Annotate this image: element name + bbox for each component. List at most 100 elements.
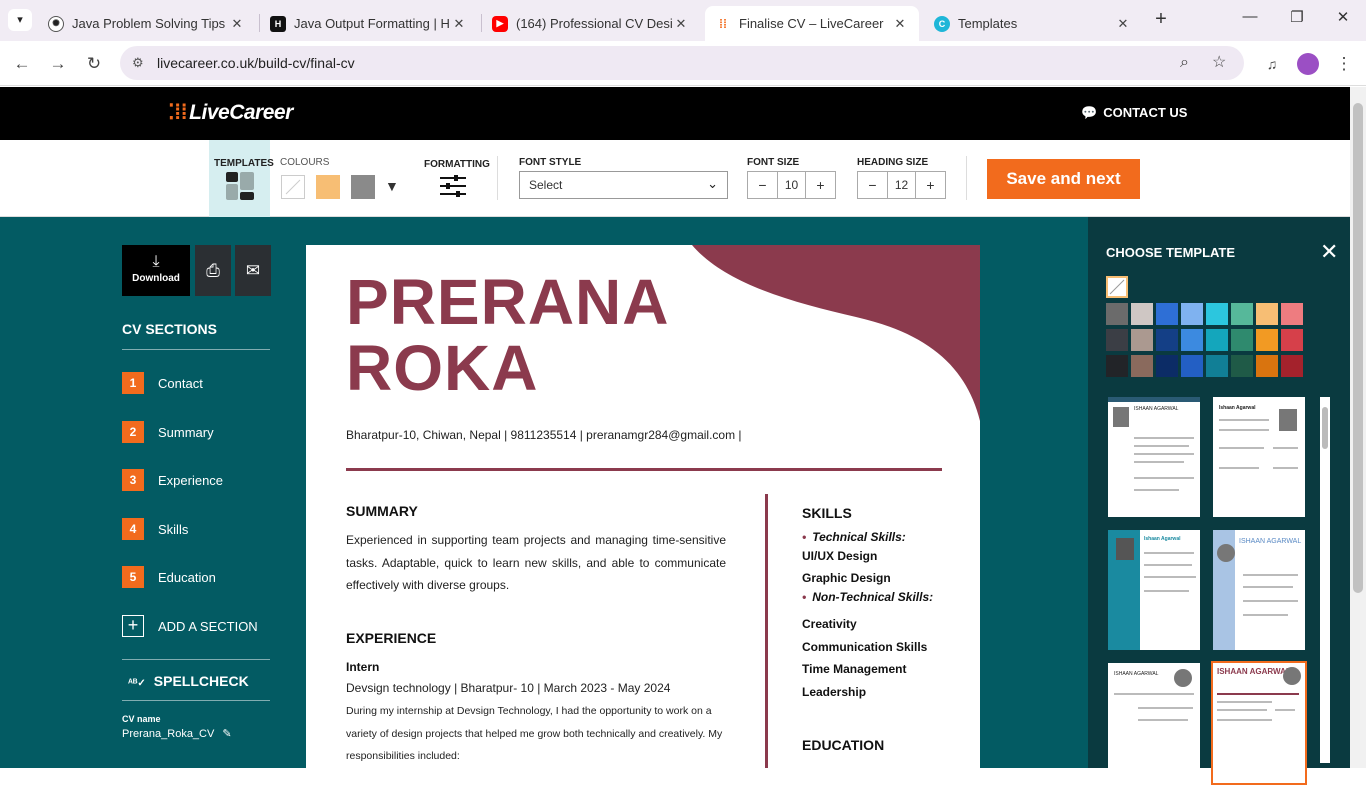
tab-templates[interactable]: C Templates ✕ bbox=[924, 6, 1142, 41]
tab-java-problem[interactable]: ✺ Java Problem Solving Tips ✕ bbox=[38, 6, 256, 41]
close-tab-icon[interactable]: ✕ bbox=[450, 16, 468, 32]
template-colour-swatch[interactable] bbox=[1131, 303, 1153, 325]
template-colour-swatch[interactable] bbox=[1106, 303, 1128, 325]
skill-item: Graphic Design bbox=[802, 571, 891, 585]
colour-swatch-orange[interactable] bbox=[316, 175, 340, 199]
window-close-icon[interactable]: ✕ bbox=[1323, 8, 1363, 32]
bookmark-star-icon[interactable]: ☆ bbox=[1212, 46, 1226, 80]
tab-search-chevron-icon[interactable]: ▾ bbox=[8, 9, 32, 31]
chatgpt-icon: ✺ bbox=[48, 15, 64, 32]
section-summary[interactable]: 2 Summary bbox=[122, 421, 214, 443]
contact-us-link[interactable]: 💬 CONTACT US bbox=[1081, 105, 1187, 121]
font-style-select[interactable]: Select ⌄ bbox=[519, 171, 728, 199]
font-size-increase-button[interactable]: + bbox=[806, 172, 835, 198]
template-colour-swatch[interactable] bbox=[1281, 355, 1303, 377]
livecareer-logo[interactable]: ⁚⁞⁞LiveCareer bbox=[168, 100, 293, 125]
template-colour-swatch[interactable] bbox=[1181, 355, 1203, 377]
resume-skills-heading: SKILLS bbox=[802, 505, 852, 521]
section-contact[interactable]: 1 Contact bbox=[122, 372, 203, 394]
thumbnail-scrollbar[interactable] bbox=[1320, 397, 1330, 763]
template-colour-swatch[interactable] bbox=[1156, 303, 1178, 325]
template-colour-swatch[interactable] bbox=[1106, 355, 1128, 377]
template-colour-swatch[interactable] bbox=[1156, 329, 1178, 351]
edit-pencil-icon[interactable]: ✎ bbox=[222, 728, 231, 740]
spellcheck-button[interactable]: ᴬᴮ✓ SPELLCHECK bbox=[128, 673, 249, 689]
close-tab-icon[interactable]: ✕ bbox=[891, 16, 909, 32]
heading-size-value[interactable]: 12 bbox=[887, 172, 916, 198]
formatting-sliders-icon[interactable] bbox=[440, 175, 466, 202]
template-colour-swatch[interactable] bbox=[1106, 329, 1128, 351]
resume-preview[interactable]: PRERANA ROKA Bharatpur-10, Chiwan, Nepal … bbox=[306, 245, 980, 768]
template-thumbnail[interactable]: ISHAAN AGARWAL bbox=[1108, 663, 1200, 783]
choose-template-heading: CHOOSE TEMPLATE bbox=[1106, 245, 1236, 260]
close-tab-icon[interactable]: ✕ bbox=[1114, 16, 1132, 32]
restore-icon[interactable]: ❐ bbox=[1277, 8, 1317, 32]
tab-java-output[interactable]: H Java Output Formatting | Ha ✕ bbox=[260, 6, 478, 41]
section-experience[interactable]: 3 Experience bbox=[122, 469, 223, 491]
template-colour-swatch[interactable] bbox=[1181, 303, 1203, 325]
section-skills[interactable]: 4 Skills bbox=[122, 518, 188, 540]
heading-size-increase-button[interactable]: + bbox=[916, 172, 945, 198]
template-thumbnail-selected[interactable]: ISHAAN AGARWAL bbox=[1211, 661, 1307, 785]
template-colour-swatch[interactable] bbox=[1131, 355, 1153, 377]
colour-swatch-none[interactable] bbox=[1106, 276, 1128, 298]
close-tab-icon[interactable]: ✕ bbox=[672, 16, 690, 32]
skill-item: UI/UX Design bbox=[802, 549, 878, 563]
template-colour-swatch[interactable] bbox=[1281, 303, 1303, 325]
close-tab-icon[interactable]: ✕ bbox=[228, 16, 246, 32]
template-thumbnail[interactable]: ISHAAN AGARWAL bbox=[1108, 397, 1200, 517]
template-colour-swatch[interactable] bbox=[1231, 355, 1253, 377]
template-colour-swatch[interactable] bbox=[1206, 329, 1228, 351]
download-button[interactable]: ⤓ Download bbox=[122, 245, 190, 296]
template-colour-swatch[interactable] bbox=[1256, 303, 1278, 325]
template-colour-swatch[interactable] bbox=[1131, 329, 1153, 351]
font-size-decrease-button[interactable]: − bbox=[748, 172, 777, 198]
template-colour-swatch[interactable] bbox=[1281, 329, 1303, 351]
font-size-stepper[interactable]: − 10 + bbox=[747, 171, 836, 199]
template-colour-swatch[interactable] bbox=[1231, 329, 1253, 351]
close-panel-icon[interactable]: ✕ bbox=[1320, 239, 1338, 265]
back-icon[interactable]: ← bbox=[9, 51, 35, 77]
reload-icon[interactable]: ↻ bbox=[81, 51, 107, 77]
print-icon[interactable]: ⎙ bbox=[195, 245, 231, 296]
add-section-button[interactable]: + ADD A SECTION bbox=[122, 615, 258, 637]
colour-swatch-grey[interactable] bbox=[351, 175, 375, 199]
avatar bbox=[1283, 667, 1301, 685]
site-info-icon[interactable]: ⚙ bbox=[132, 46, 144, 80]
toolbar-divider bbox=[966, 156, 967, 200]
save-and-next-button[interactable]: Save and next bbox=[987, 159, 1140, 199]
minimize-icon[interactable]: — bbox=[1230, 8, 1270, 32]
template-colour-swatch[interactable] bbox=[1231, 303, 1253, 325]
template-colour-swatch[interactable] bbox=[1206, 303, 1228, 325]
colours-dropdown-icon[interactable]: ▼ bbox=[385, 178, 399, 194]
font-size-value[interactable]: 10 bbox=[777, 172, 806, 198]
new-tab-icon[interactable]: + bbox=[1150, 9, 1172, 31]
zoom-icon[interactable]: ⌕ bbox=[1180, 46, 1189, 80]
section-education[interactable]: 5 Education bbox=[122, 566, 216, 588]
template-thumbnail[interactable]: Ishaan Agarwal bbox=[1108, 530, 1200, 650]
url-field[interactable]: ⚙ livecareer.co.uk/build-cv/final-cv ⌕ ☆ bbox=[120, 46, 1244, 80]
template-thumbnail[interactable]: Ishaan Agarwal bbox=[1213, 397, 1305, 517]
resume-experience-heading: EXPERIENCE bbox=[346, 630, 437, 646]
cv-name-field[interactable]: Prerana_Roka_CV ✎ bbox=[122, 727, 232, 740]
browser-menu-icon[interactable]: ⋮ bbox=[1331, 51, 1357, 77]
divider bbox=[122, 349, 270, 350]
media-control-icon[interactable]: ♫ bbox=[1259, 51, 1285, 77]
heading-size-stepper[interactable]: − 12 + bbox=[857, 171, 946, 199]
template-thumbnail[interactable]: ISHAAN AGARWAL bbox=[1213, 530, 1305, 650]
forward-icon[interactable]: → bbox=[45, 51, 71, 77]
heading-size-decrease-button[interactable]: − bbox=[858, 172, 887, 198]
profile-avatar[interactable] bbox=[1297, 53, 1319, 75]
template-colour-swatch[interactable] bbox=[1181, 329, 1203, 351]
template-colour-swatch[interactable] bbox=[1256, 329, 1278, 351]
templates-button[interactable]: TEMPLATES bbox=[209, 140, 274, 217]
colour-swatch-white[interactable] bbox=[281, 175, 305, 199]
tab-livecareer[interactable]: ⁞⁞ Finalise CV – LiveCareer ✕ bbox=[705, 6, 919, 41]
template-colour-swatch[interactable] bbox=[1256, 355, 1278, 377]
tab-youtube[interactable]: ▶ (164) Professional CV Design ✕ bbox=[482, 6, 700, 41]
page-scrollbar-thumb[interactable] bbox=[1353, 103, 1363, 593]
email-icon[interactable]: ✉ bbox=[235, 245, 271, 296]
template-colour-swatch[interactable] bbox=[1206, 355, 1228, 377]
template-colour-swatch[interactable] bbox=[1156, 355, 1178, 377]
divider bbox=[122, 659, 270, 660]
